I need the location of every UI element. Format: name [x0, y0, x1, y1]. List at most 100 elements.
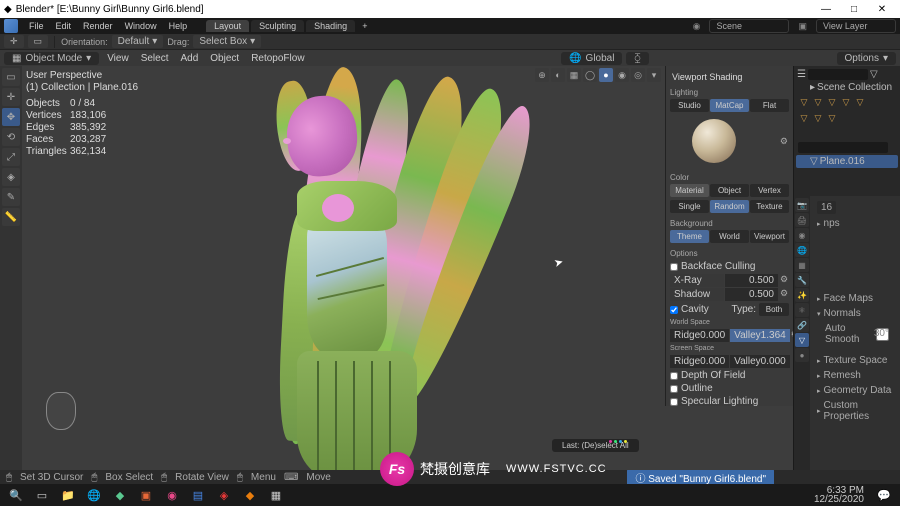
mesh-icon[interactable]: ▽	[812, 96, 824, 108]
scene-collection-item[interactable]: ▸Scene Collection	[796, 81, 898, 94]
mode-dropdown[interactable]: ▦Object Mode▾	[4, 52, 99, 65]
cursor-tool[interactable]: ✛	[2, 88, 20, 106]
prop-section-geodata[interactable]: ▸Geometry Data	[813, 383, 897, 398]
snap-dropdown[interactable]: ⧲	[626, 52, 648, 65]
cursor-tool-icon[interactable]: ✛	[4, 35, 24, 48]
mesh-icon[interactable]: ▽	[798, 96, 810, 108]
orientation-global[interactable]: 🌐Global	[561, 52, 622, 65]
specular-checkbox[interactable]	[670, 398, 678, 406]
auto-smooth-row[interactable]: Auto Smooth30°	[813, 321, 897, 347]
prop-tab-object[interactable]: ▦	[795, 258, 809, 272]
solid-shading-icon[interactable]: ●	[599, 68, 613, 82]
prop-tab-constraints[interactable]: 🔗	[795, 318, 809, 332]
prop-tab-particles[interactable]: ✨	[795, 288, 809, 302]
options-dropdown[interactable]: Options▾	[837, 52, 897, 65]
mesh-icon[interactable]: ▽	[854, 96, 866, 108]
gear-icon[interactable]: ⚙	[779, 274, 789, 284]
annotate-tool[interactable]: ✎	[2, 188, 20, 206]
ridge2-slider[interactable]: Ridge0.000	[670, 355, 729, 368]
viewlayer-field[interactable]	[816, 19, 896, 33]
edge-icon[interactable]: 🌐	[82, 486, 106, 504]
tab-sculpting[interactable]: Sculpting	[251, 20, 304, 32]
color-random[interactable]: Random	[710, 200, 749, 213]
gear-icon[interactable]: ⚙	[779, 288, 789, 298]
xray-icon[interactable]: ▦	[567, 68, 581, 82]
outliner-active-object[interactable]: ▽Plane.016	[796, 155, 898, 168]
shading-dropdown-icon[interactable]: ▾	[647, 68, 661, 82]
shadow-toggle[interactable]: Shadow	[670, 288, 724, 301]
rendered-shading-icon[interactable]: ◎	[631, 68, 645, 82]
scene-field[interactable]	[709, 19, 789, 33]
lighting-matcap[interactable]: MatCap	[710, 99, 749, 112]
cavity-checkbox[interactable]	[670, 306, 678, 314]
menu-help[interactable]: Help	[164, 21, 193, 31]
move-tool[interactable]: ✥	[2, 108, 20, 126]
app-icon[interactable]: ◆	[108, 486, 132, 504]
menu-file[interactable]: File	[24, 21, 49, 31]
select-box-tool[interactable]: ▭	[2, 68, 20, 86]
menu-view[interactable]: View	[103, 53, 133, 64]
select-tool-icon[interactable]: ▭	[28, 35, 49, 48]
notifications-icon[interactable]: 💬	[872, 486, 896, 504]
minimize-button[interactable]: —	[812, 0, 840, 18]
prop-section-nps[interactable]: ▸nps	[813, 216, 897, 231]
rotate-tool[interactable]: ⟲	[2, 128, 20, 146]
measure-tool[interactable]: 📏	[2, 208, 20, 226]
menu-render[interactable]: Render	[78, 21, 118, 31]
prop-section-facemaps[interactable]: ▸Face Maps	[813, 291, 897, 306]
tab-shading[interactable]: Shading	[306, 20, 355, 32]
search-icon[interactable]: 🔍	[4, 486, 28, 504]
menu-select[interactable]: Select	[137, 53, 173, 64]
backface-checkbox[interactable]	[670, 263, 678, 271]
prop-section-remesh[interactable]: ▸Remesh	[813, 368, 897, 383]
color-object[interactable]: Object	[710, 184, 749, 197]
orientation-dropdown[interactable]: Default ▾	[112, 35, 164, 48]
lighting-flat[interactable]: Flat	[750, 99, 789, 112]
blender-taskbar-icon[interactable]: ◆	[238, 486, 262, 504]
app-icon[interactable]: ▤	[186, 486, 210, 504]
material-shading-icon[interactable]: ◉	[615, 68, 629, 82]
mesh-icon[interactable]: ▽	[826, 96, 838, 108]
shadow-value[interactable]: 0.500	[725, 288, 779, 301]
blender-icon[interactable]	[4, 19, 18, 33]
overlay-icon[interactable]: ◐	[551, 68, 565, 82]
gear-icon[interactable]: ⚙	[791, 329, 793, 339]
bg-viewport[interactable]: Viewport	[750, 230, 789, 243]
mesh-icon[interactable]: ▽	[826, 112, 838, 124]
menu-edit[interactable]: Edit	[51, 21, 77, 31]
prop-tab-mesh[interactable]: ▽	[795, 333, 809, 347]
mesh-icon[interactable]: ▽	[840, 96, 852, 108]
menu-add[interactable]: Add	[176, 53, 202, 64]
lighting-studio[interactable]: Studio	[670, 99, 709, 112]
gear-icon[interactable]: ⚙	[779, 136, 789, 146]
app-icon[interactable]: ▦	[264, 486, 288, 504]
cavity-type-dropdown[interactable]: Both	[759, 303, 789, 316]
color-texture[interactable]: Texture	[750, 200, 789, 213]
color-material[interactable]: Material	[670, 184, 709, 197]
menu-object[interactable]: Object	[206, 53, 243, 64]
prop-section-texspace[interactable]: ▸Texture Space	[813, 353, 897, 368]
outline-checkbox[interactable]	[670, 385, 678, 393]
mesh-icon[interactable]: ▽	[798, 112, 810, 124]
prop-tab-scene[interactable]: ◉	[795, 228, 809, 242]
mesh-icon[interactable]: ▽	[812, 112, 824, 124]
valley-slider[interactable]: Valley1.364	[730, 329, 790, 342]
scale-tool[interactable]: ⤢	[2, 148, 20, 166]
prop-tab-output[interactable]: 🖨	[795, 213, 809, 227]
prop-tab-physics[interactable]: ⚛	[795, 303, 809, 317]
app-icon[interactable]: ◉	[160, 486, 184, 504]
color-vertex[interactable]: Vertex	[750, 184, 789, 197]
color-single[interactable]: Single	[670, 200, 709, 213]
xray-value[interactable]: 0.500	[725, 274, 779, 287]
wireframe-shading-icon[interactable]: ◯	[583, 68, 597, 82]
xray-toggle[interactable]: X-Ray	[670, 274, 724, 287]
filter-icon[interactable]: ▽	[870, 69, 878, 80]
tab-add[interactable]: +	[357, 21, 372, 31]
bg-theme[interactable]: Theme	[670, 230, 709, 243]
maximize-button[interactable]: □	[840, 0, 868, 18]
valley2-slider[interactable]: Valley0.000	[730, 355, 790, 368]
prop-tab-modifier[interactable]: 🔧	[795, 273, 809, 287]
taskview-icon[interactable]: ▭	[30, 486, 54, 504]
prop-tab-world[interactable]: 🌐	[795, 243, 809, 257]
prop-section-normals[interactable]: ▾Normals	[813, 306, 897, 321]
